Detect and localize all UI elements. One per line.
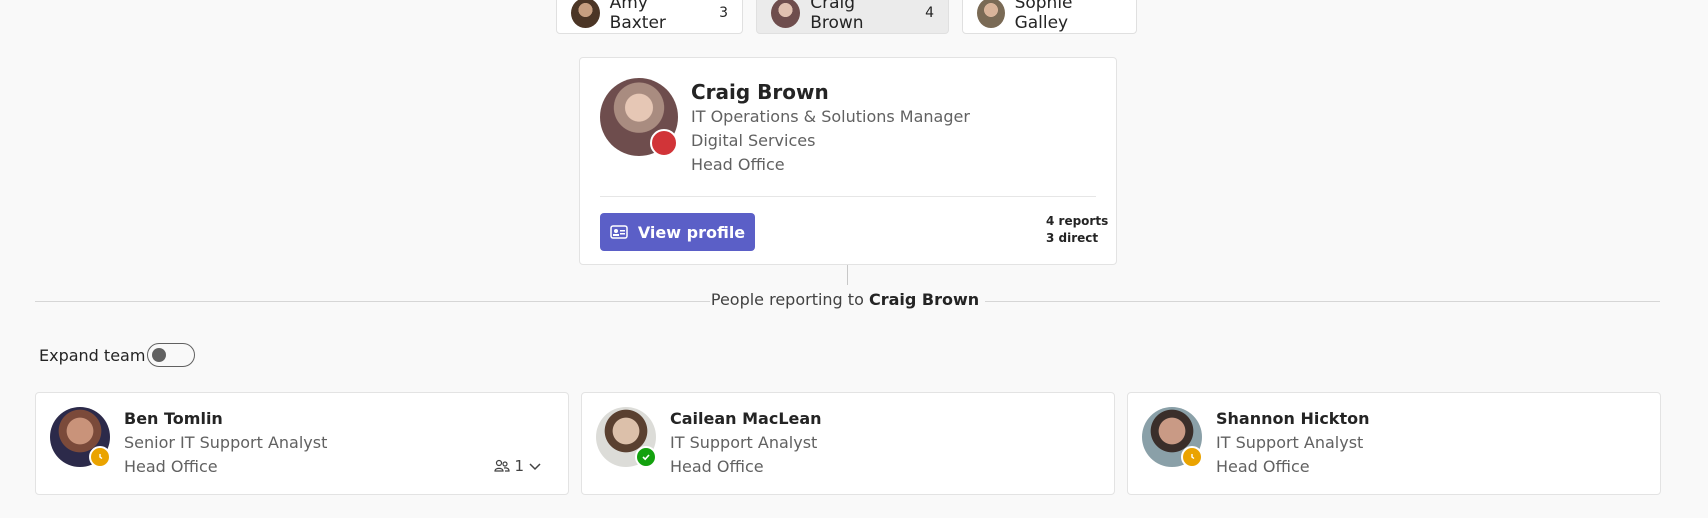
divider <box>35 301 710 302</box>
reports-count: 4 reports 3 direct <box>1046 213 1108 247</box>
avatar <box>771 0 801 28</box>
report-title: IT Support Analyst <box>670 433 818 452</box>
clock-icon <box>99 454 103 460</box>
report-office: Head Office <box>670 457 764 476</box>
report-name: Ben Tomlin <box>124 409 223 428</box>
chip-sophie-galley[interactable]: Sophie Galley <box>962 0 1137 34</box>
expand-team-label: Expand team <box>39 346 146 365</box>
view-profile-label: View profile <box>637 222 746 242</box>
status-away-icon <box>89 446 111 468</box>
expand-team-toggle[interactable] <box>147 343 195 367</box>
reporting-heading: People reporting to Craig Brown <box>710 290 980 309</box>
team-count-button[interactable]: 1 <box>490 457 546 475</box>
status-away-icon <box>1181 446 1203 468</box>
chip-count: 4 <box>925 5 934 21</box>
chip-name: Amy Baxter <box>609 0 666 33</box>
profile-department: Digital Services <box>691 131 816 150</box>
reports-total: 4 reports <box>1046 214 1109 228</box>
report-card-cailean-maclean[interactable]: Cailean MacLean IT Support Analyst Head … <box>581 392 1115 495</box>
divider <box>985 301 1660 302</box>
report-card-shannon-hickton[interactable]: Shannon Hickton IT Support Analyst Head … <box>1127 392 1661 495</box>
toggle-knob <box>152 348 166 362</box>
report-name: Shannon Hickton <box>1216 409 1370 428</box>
report-office: Head Office <box>1216 457 1310 476</box>
chip-name: Craig Brown <box>810 0 864 33</box>
report-title: IT Support Analyst <box>1216 433 1364 452</box>
report-office: Head Office <box>124 457 218 476</box>
profile-office: Head Office <box>691 155 785 174</box>
profile-name: Craig Brown <box>691 80 829 104</box>
chip-craig-brown[interactable]: Craig Brown 4 <box>756 0 949 34</box>
report-title: Senior IT Support Analyst <box>124 433 328 452</box>
report-card-ben-tomlin[interactable]: Ben Tomlin Senior IT Support Analyst Hea… <box>35 392 569 495</box>
status-busy-icon <box>650 129 678 157</box>
reporting-prefix: People reporting to <box>710 290 864 309</box>
profile-title: IT Operations & Solutions Manager <box>691 107 970 126</box>
view-profile-button[interactable]: View profile <box>600 213 755 251</box>
chip-amy-baxter[interactable]: Amy Baxter 3 <box>556 0 743 34</box>
people-icon <box>494 459 511 472</box>
avatar <box>977 0 1005 28</box>
connector-line <box>847 265 848 285</box>
checkmark-icon <box>642 454 650 461</box>
chip-count: 3 <box>719 5 728 21</box>
team-count: 1 <box>514 457 524 475</box>
divider <box>600 196 1096 197</box>
chip-name: Sophie Galley <box>1014 0 1073 33</box>
avatar <box>571 0 600 28</box>
reporting-manager: Craig Brown <box>868 290 980 309</box>
manager-card: Craig Brown IT Operations & Solutions Ma… <box>579 57 1117 265</box>
reports-direct: 3 direct <box>1046 231 1099 245</box>
status-available-icon <box>635 446 657 468</box>
contact-card-icon <box>610 225 628 239</box>
chevron-down-icon <box>529 463 541 471</box>
report-name: Cailean MacLean <box>670 409 822 428</box>
clock-icon <box>1191 454 1195 460</box>
